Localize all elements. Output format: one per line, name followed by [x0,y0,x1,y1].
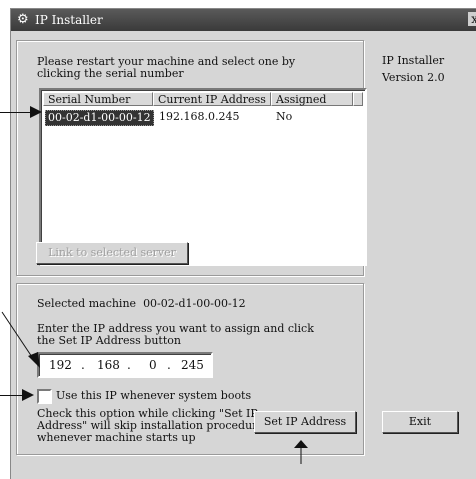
ip-dot: . [127,358,131,372]
arrowhead-icon [30,106,42,118]
ip-address-field[interactable]: 192 . 168 . 0 . 245 [37,352,213,378]
title-bar[interactable]: ⚙ IP Installer x [11,9,476,31]
product-version: Version 2.0 [382,71,445,84]
selected-machine-label: Selected machine 00-02-d1-00-00-12 [37,297,246,310]
ip-instruction: Enter the IP address you want to assign … [37,322,314,347]
boot-checkbox-help: Check this option while clicking "Set IP… [37,407,264,444]
column-header-assigned[interactable]: Assigned [271,92,353,106]
exit-button[interactable]: Exit [382,411,458,433]
link-server-button[interactable]: Link to selected server [36,242,188,264]
table-row-ip[interactable]: 192.168.0.245 [159,110,239,124]
ip-octet-1[interactable]: 192 [49,358,72,372]
ip-octet-3[interactable]: 0 [149,358,157,372]
server-list[interactable]: Serial Number Current IP Address Assigne… [39,88,367,266]
window-title: IP Installer [35,13,103,27]
column-header-ip[interactable]: Current IP Address [153,92,271,106]
column-header-filler [353,92,363,106]
set-ip-address-button[interactable]: Set IP Address [254,411,356,433]
column-header-serial[interactable]: Serial Number [43,92,153,106]
arrowhead-icon [22,389,34,401]
boot-checkbox-label[interactable]: Use this IP whenever system boots [56,390,251,402]
selected-machine-serial: 00-02-d1-00-00-12 [143,297,246,310]
close-button[interactable]: x [468,12,476,26]
ip-dot: . [167,358,171,372]
server-instruction: Please restart your machine and select o… [37,55,296,80]
annotation-arrow-set-ip [294,440,308,464]
ip-octet-2[interactable]: 168 [97,358,120,372]
ip-octet-4[interactable]: 245 [181,358,204,372]
app-icon: ⚙ [17,12,29,27]
table-row-assigned[interactable]: No [276,110,292,124]
annotation-arrow-ip [1,311,40,368]
product-name: IP Installer [382,54,445,67]
ip-dot: . [81,358,85,372]
boot-checkbox[interactable] [37,389,52,404]
table-row-serial[interactable]: 00-02-d1-00-00-12 [45,110,154,126]
